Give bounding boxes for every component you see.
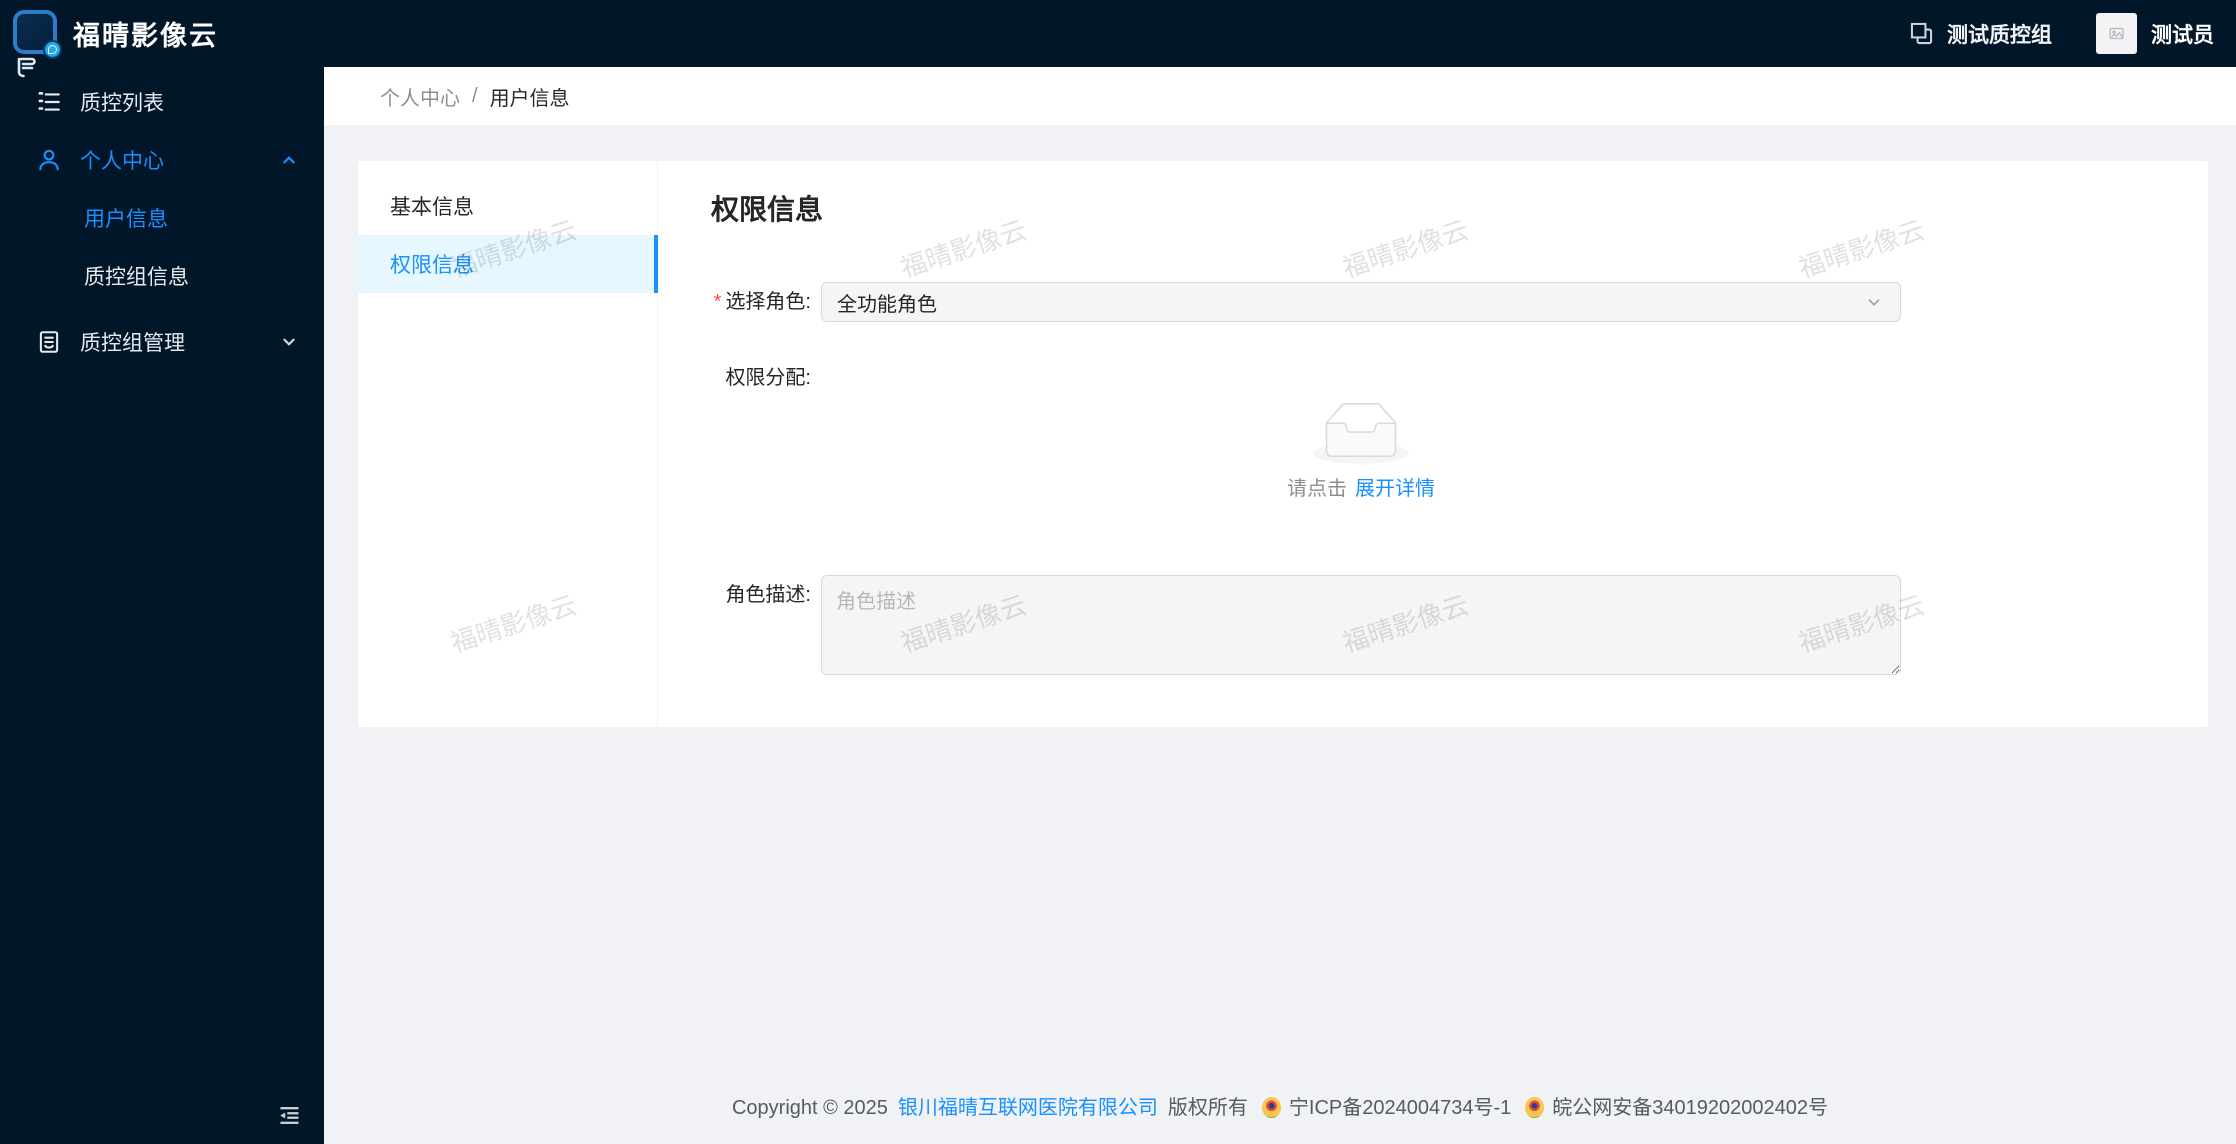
sidebar-item-label: 个人中心 — [80, 150, 164, 173]
board-icon — [39, 331, 59, 353]
permission-empty-state: 请点击 展开详情 — [821, 358, 1901, 501]
sidebar-item-personal-center[interactable]: 个人中心 — [0, 131, 324, 189]
main-area: 个人中心 / 用户信息 基本信息 权限信息 权限信息 *选择角色: 全功能角色 — [324, 67, 2236, 1144]
permission-pane: 权限信息 * 选择角色: 全功能角色 权限分配: 请点击 展开详情 角色描述: … — [658, 161, 2208, 727]
sidebar-subitem-qc-group-info[interactable]: 质控组信息 — [0, 247, 324, 305]
chevron-up-icon — [283, 156, 295, 164]
app-title: 福晴影像云 — [73, 21, 218, 51]
police-number: 皖公网安备34019202002402号 — [1552, 1097, 1829, 1119]
select-chevron-down-icon — [1868, 299, 1880, 306]
role-select-row: * 选择角色: 全功能角色 — [658, 282, 2208, 322]
tab-permission-info[interactable]: 权限信息 — [358, 235, 658, 293]
group-switcher[interactable]: 测试质控组 — [1908, 19, 2052, 49]
tab-basic-info[interactable]: 基本信息 — [358, 177, 657, 235]
sidebar: 质控列表 个人中心 用户信息 质控组信息 质控组管理 — [0, 67, 324, 1144]
required-asterisk: * — [713, 291, 722, 313]
police-badge-icon — [1525, 1097, 1545, 1118]
brand: 福晴影像云 — [0, 10, 324, 78]
broken-image-icon — [2109, 27, 2124, 40]
page-footer: Copyright © 2025 银川福晴互联网医院有限公司 版权所有 宁ICP备20… — [324, 1091, 2236, 1120]
tab-label: 权限信息 — [390, 254, 474, 277]
breadcrumb-parent[interactable]: 个人中心 — [380, 82, 460, 111]
role-select-value: 全功能角色 — [837, 293, 937, 316]
tab-label: 基本信息 — [390, 196, 474, 219]
company-link[interactable]: 银川福晴互联网医院有限公司 — [898, 1097, 1158, 1119]
pane-title: 权限信息 — [711, 194, 824, 225]
chevron-down-icon — [283, 338, 295, 346]
group-switcher-label: 测试质控组 — [1947, 23, 2052, 47]
username[interactable]: 测试员 — [2151, 19, 2214, 49]
sidebar-collapse-button[interactable] — [274, 1100, 304, 1130]
sidebar-item-qc-group-manage[interactable]: 质控组管理 — [0, 313, 324, 371]
breadcrumb: 个人中心 / 用户信息 — [324, 67, 2236, 125]
sidebar-subitem-label: 质控组信息 — [84, 266, 189, 289]
user-avatar[interactable] — [2096, 13, 2137, 54]
menu-fold-icon — [279, 1106, 298, 1124]
sidebar-item-label: 质控列表 — [80, 92, 164, 115]
permission-label: 权限分配: — [725, 367, 811, 389]
breadcrumb-current: 用户信息 — [489, 87, 570, 110]
permission-row: 权限分配: 请点击 展开详情 — [658, 358, 2208, 501]
rights-text: 版权所有 — [1167, 1097, 1248, 1119]
sidebar-subitem-user-info[interactable]: 用户信息 — [0, 189, 324, 247]
empty-hint: 请点击 — [1287, 478, 1347, 500]
icp-number: 宁ICP备2024004734号-1 — [1288, 1097, 1512, 1119]
app-logo-icon — [13, 10, 62, 78]
user-icon — [39, 149, 59, 171]
content-card: 基本信息 权限信息 权限信息 * 选择角色: 全功能角色 权限分配: 请点击 展… — [358, 161, 2208, 727]
ordered-list-icon — [38, 92, 60, 111]
description-row: 角色描述: — [658, 575, 2208, 675]
description-label: 角色描述: — [725, 584, 811, 606]
police-badge-icon — [1261, 1097, 1281, 1118]
role-description-input[interactable] — [821, 575, 1901, 675]
sidebar-item-label: 质控组管理 — [80, 332, 185, 355]
role-select-label: * 选择角色: — [713, 291, 811, 313]
breadcrumb-separator: / — [472, 84, 478, 107]
empty-box-icon — [1313, 403, 1409, 464]
expand-details-link[interactable]: 展开详情 — [1355, 478, 1435, 500]
copyright-text: Copyright © 2025 — [731, 1097, 888, 1119]
role-select[interactable]: 全功能角色 — [821, 282, 1901, 322]
tab-column: 基本信息 权限信息 — [358, 161, 658, 727]
group-switch-icon — [1910, 22, 1933, 45]
sidebar-subitem-label: 用户信息 — [84, 208, 168, 231]
app-header: 福晴影像云 测试质控组 测试员 — [0, 0, 2236, 78]
